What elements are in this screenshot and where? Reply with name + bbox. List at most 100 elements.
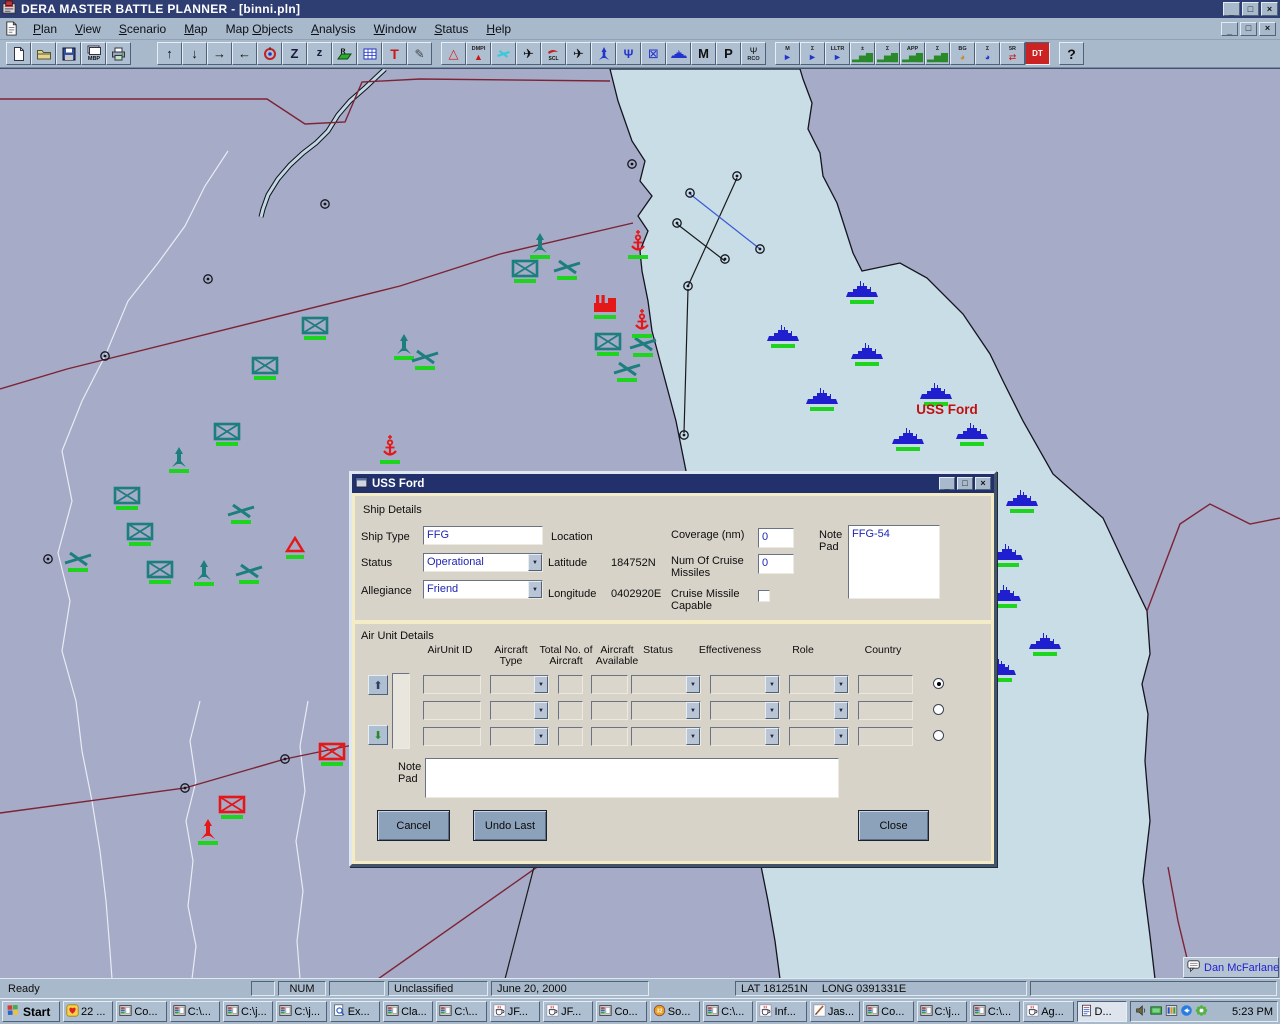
chevron-down-icon[interactable]: ▼ [528, 581, 542, 598]
tray-messenger-icon[interactable] [1180, 1004, 1193, 1020]
save-file-button[interactable] [56, 42, 81, 65]
minimize-button[interactable]: _ [1223, 2, 1240, 16]
zoom-in-button[interactable]: Z [282, 42, 307, 65]
sigma-stat-report-2-button[interactable]: Σ▂▅▇ [925, 42, 950, 65]
country-field[interactable] [858, 675, 913, 694]
status-combo[interactable]: Operational▼ [423, 553, 543, 572]
task-button-13[interactable]: C:\... [703, 1001, 753, 1022]
task-button-10[interactable]: JF... [543, 1001, 593, 1022]
air-row-radio[interactable] [933, 704, 944, 715]
tray-flower-icon[interactable] [1195, 1004, 1208, 1020]
text-label-button[interactable]: T [382, 42, 407, 65]
allegiance-combo[interactable]: Friend▼ [423, 580, 543, 599]
close-dialog-button[interactable]: Close [858, 810, 929, 841]
aircraft-type-combo[interactable]: ▼ [490, 701, 549, 720]
chevron-down-icon[interactable]: ▼ [834, 676, 848, 693]
document-icon[interactable] [4, 21, 20, 37]
chevron-down-icon[interactable]: ▼ [765, 702, 779, 719]
aircraft-tool-2-button[interactable]: ✈ [566, 42, 591, 65]
mbp-tool-button[interactable]: MBP [81, 42, 106, 65]
chevron-down-icon[interactable]: ▼ [534, 676, 548, 693]
scl-tool-button[interactable]: SCL [541, 42, 566, 65]
chevron-down-icon[interactable]: ▼ [834, 728, 848, 745]
pan-down-button[interactable]: ↓ [182, 42, 207, 65]
tray-speaker-icon[interactable] [1135, 1004, 1148, 1020]
task-button-11[interactable]: Co... [596, 1001, 646, 1022]
chevron-down-icon[interactable]: ▼ [534, 702, 548, 719]
restore-button[interactable]: □ [1242, 2, 1259, 16]
chevron-down-icon[interactable]: ▼ [765, 728, 779, 745]
total-aircraft-field[interactable] [558, 675, 583, 694]
aircraft-available-field[interactable] [591, 701, 628, 720]
ship-unit-tool-button[interactable] [666, 42, 691, 65]
country-field[interactable] [858, 727, 913, 746]
menu-map-objects[interactable]: Map Objects [217, 20, 302, 38]
cruise-capable-checkbox[interactable] [758, 590, 770, 602]
menu-view[interactable]: View [66, 20, 110, 38]
rco-tool-button[interactable]: ΨRCO [741, 42, 766, 65]
aircraft-available-field[interactable] [591, 675, 628, 694]
chevron-down-icon[interactable]: ▼ [686, 676, 700, 693]
air-status-combo[interactable]: ▼ [631, 701, 701, 720]
stat-report-button[interactable]: ±▂▅▇ [850, 42, 875, 65]
threat-marker-button[interactable]: △ [441, 42, 466, 65]
dialog-minimize-button[interactable]: _ [939, 477, 955, 490]
num-cruise-field[interactable]: 0 [758, 554, 794, 574]
task-button-7[interactable]: Cla... [383, 1001, 433, 1022]
chevron-down-icon[interactable]: ▼ [686, 702, 700, 719]
chevron-down-icon[interactable]: ▼ [686, 728, 700, 745]
task-button-18[interactable]: C:\... [970, 1001, 1020, 1022]
aircraft-tool-1-button[interactable]: ✈ [516, 42, 541, 65]
sigma-stat-report-button[interactable]: Σ▂▅▇ [875, 42, 900, 65]
air-scroll-up-button[interactable]: ⬆ [368, 675, 388, 695]
airunit-id-field[interactable] [423, 675, 481, 694]
sigma-pie-report-button[interactable]: Σ◕ [975, 42, 1000, 65]
task-button-17[interactable]: C:\j... [917, 1001, 967, 1022]
ship-notepad-field[interactable]: FFG-54 [848, 525, 940, 599]
task-button-15[interactable]: Jas... [810, 1001, 860, 1022]
effectiveness-combo[interactable]: ▼ [710, 701, 780, 720]
dialog-restore-button[interactable]: □ [957, 477, 973, 490]
draw-pencil-button[interactable]: ✎ [407, 42, 432, 65]
total-aircraft-field[interactable] [558, 701, 583, 720]
task-button-9[interactable]: JF... [490, 1001, 540, 1022]
aircraft-available-field[interactable] [591, 727, 628, 746]
task-button-4[interactable]: C:\j... [223, 1001, 273, 1022]
zoom-out-button[interactable]: z [307, 42, 332, 65]
country-field[interactable] [858, 701, 913, 720]
dialog-titlebar[interactable]: USS Ford _ □ × [352, 474, 994, 493]
air-notepad-field[interactable] [425, 758, 839, 798]
role-combo[interactable]: ▼ [789, 701, 849, 720]
ship-type-field[interactable]: FFG [423, 526, 543, 545]
task-button-8[interactable]: C:\... [436, 1001, 486, 1022]
bg-pie-report-button[interactable]: BG◕ [950, 42, 975, 65]
task-button-12[interactable]: 32So... [650, 1001, 700, 1022]
task-button-19[interactable]: Ag... [1023, 1001, 1073, 1022]
start-button[interactable]: Start [2, 1001, 60, 1022]
chevron-down-icon[interactable]: ▼ [534, 728, 548, 745]
airunit-id-field[interactable] [423, 727, 481, 746]
mdi-close-button[interactable]: × [1259, 22, 1276, 36]
chevron-down-icon[interactable]: ▼ [528, 554, 542, 571]
task-button-3[interactable]: C:\... [170, 1001, 220, 1022]
menu-status[interactable]: Status [425, 20, 477, 38]
task-button-16[interactable]: Co... [863, 1001, 913, 1022]
tray-settings-icon[interactable] [1165, 1004, 1178, 1020]
role-combo[interactable]: ▼ [789, 727, 849, 746]
air-row-radio[interactable] [933, 678, 944, 689]
print-button[interactable] [106, 42, 131, 65]
total-aircraft-field[interactable] [558, 727, 583, 746]
close-button[interactable]: × [1261, 2, 1278, 16]
m-marker-button[interactable]: M [691, 42, 716, 65]
air-row-radio[interactable] [933, 730, 944, 741]
5r-tool-button[interactable]: 5R⇄ [1000, 42, 1025, 65]
refresh-map-button[interactable]: R [332, 42, 357, 65]
data-grid-button[interactable] [357, 42, 382, 65]
naval-unit-tool-button[interactable]: Ψ [616, 42, 641, 65]
effectiveness-combo[interactable]: ▼ [710, 727, 780, 746]
aircraft-type-combo[interactable]: ▼ [490, 727, 549, 746]
dt-tool-button[interactable]: DT [1025, 42, 1050, 65]
airway-marker-button[interactable] [491, 42, 516, 65]
task-button-20[interactable]: D... [1077, 1001, 1127, 1022]
sigma-flag-report-button[interactable]: Σ► [800, 42, 825, 65]
